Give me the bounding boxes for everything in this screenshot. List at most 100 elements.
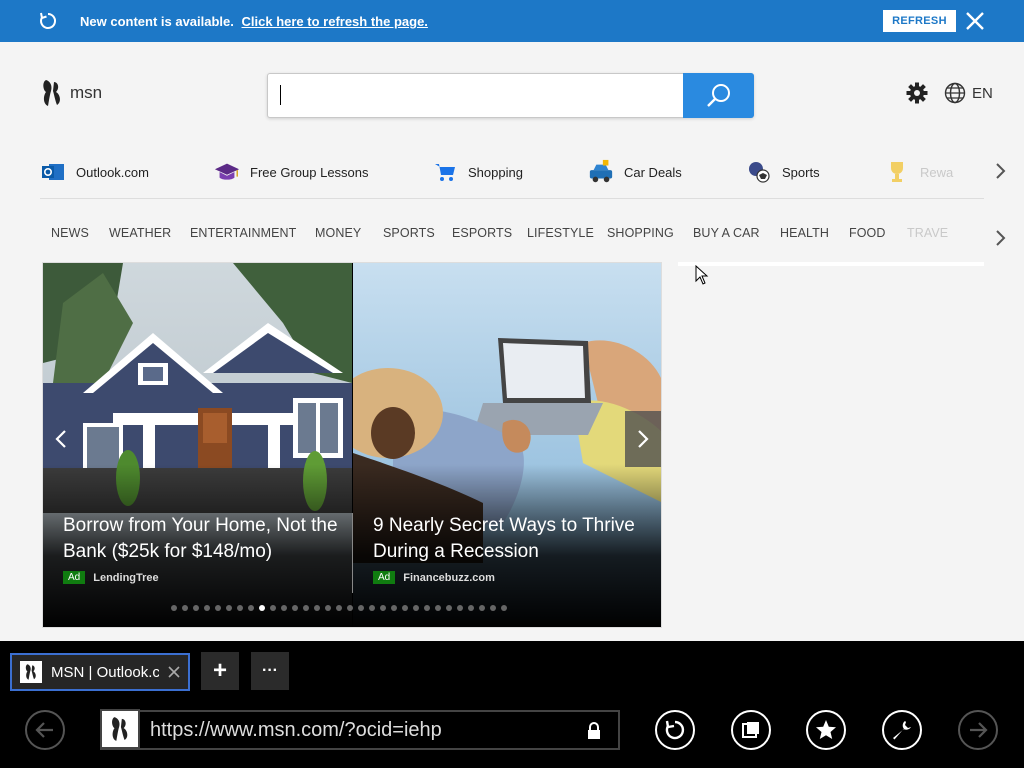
quick-link-car-deals[interactable]: Car Deals [588, 152, 682, 192]
refresh-button[interactable]: REFRESH [883, 10, 956, 32]
ad-badge: Ad [63, 571, 86, 584]
browser-tab[interactable]: MSN | Outlook.com [10, 653, 190, 691]
close-icon[interactable] [964, 10, 986, 32]
search-box[interactable] [267, 73, 754, 118]
refresh-button[interactable] [655, 710, 695, 750]
category-health[interactable]: HEALTH [780, 226, 829, 240]
carousel-dot[interactable] [215, 605, 221, 611]
tools-button[interactable] [882, 710, 922, 750]
carousel-dot[interactable] [193, 605, 199, 611]
refresh-icon [665, 720, 685, 740]
carousel-dot[interactable] [369, 605, 375, 611]
chevron-right-icon[interactable] [994, 229, 1008, 247]
tabs-icon [742, 722, 759, 738]
refresh-link[interactable]: Click here to refresh the page. [242, 14, 428, 29]
carousel-dot[interactable] [281, 605, 287, 611]
category-news[interactable]: NEWS [51, 226, 89, 240]
language-selector[interactable]: EN [944, 82, 993, 104]
carousel-slide[interactable]: Borrow from Your Home, Not the Bank ($25… [43, 263, 352, 627]
carousel-dot[interactable] [204, 605, 210, 611]
carousel-dot[interactable] [358, 605, 364, 611]
mouse-cursor-icon [695, 265, 709, 285]
quick-link-rewards[interactable]: Rewa [884, 152, 953, 192]
gear-icon[interactable] [906, 82, 928, 104]
new-tab-button[interactable]: + [201, 652, 239, 690]
carousel-slide[interactable]: 9 Nearly Secret Ways to Thrive During a … [353, 263, 661, 627]
category-food[interactable]: FOOD [849, 226, 886, 240]
forward-button[interactable] [958, 710, 998, 750]
ad-source: Financebuzz.com [403, 571, 495, 584]
category-sports[interactable]: SPORTS [383, 226, 435, 240]
back-button[interactable] [25, 710, 65, 750]
carousel-dot[interactable] [413, 605, 419, 611]
address-bar[interactable]: https://www.msn.com/?ocid=iehp [100, 709, 620, 750]
carousel-dot[interactable] [435, 605, 441, 611]
category-weather[interactable]: WEATHER [109, 226, 171, 240]
carousel-dot[interactable] [270, 605, 276, 611]
carousel-dot[interactable] [325, 605, 331, 611]
category-lifestyle[interactable]: LIFESTYLE [527, 226, 594, 240]
carousel-dot[interactable] [446, 605, 452, 611]
close-tab-icon[interactable] [167, 665, 181, 679]
carousel-dot[interactable] [490, 605, 496, 611]
quick-link-outlook[interactable]: Outlook.com [40, 152, 149, 192]
carousel-dot[interactable] [248, 605, 254, 611]
search-button[interactable] [683, 73, 754, 118]
carousel-dot[interactable] [314, 605, 320, 611]
chevron-left-icon [55, 430, 66, 448]
carousel-dot[interactable] [259, 605, 265, 611]
quick-link-sports[interactable]: Sports [746, 152, 820, 192]
category-buy-a-car[interactable]: BUY A CAR [693, 226, 760, 240]
carousel-dot[interactable] [182, 605, 188, 611]
quick-link-label: Shopping [468, 164, 523, 180]
tab-options-button[interactable]: ··· [251, 652, 289, 690]
carousel-dot[interactable] [424, 605, 430, 611]
carousel-dot[interactable] [237, 605, 243, 611]
reload-icon [40, 12, 57, 29]
category-nav: NEWS WEATHER ENTERTAINMENT MONEY SPORTS … [40, 226, 984, 246]
msn-logo[interactable]: msn [40, 78, 102, 108]
carousel-dot[interactable] [303, 605, 309, 611]
category-entertainment[interactable]: ENTERTAINMENT [190, 226, 296, 240]
carousel-dot[interactable] [226, 605, 232, 611]
lock-icon[interactable] [586, 722, 602, 740]
tabs-button[interactable] [731, 710, 771, 750]
quick-link-shopping[interactable]: Shopping [432, 152, 523, 192]
slide-caption[interactable]: 9 Nearly Secret Ways to Thrive During a … [373, 513, 653, 565]
ad-badge: Ad [373, 571, 396, 584]
outlook-icon [40, 159, 66, 185]
wrench-icon [893, 721, 911, 740]
carousel-dot[interactable] [391, 605, 397, 611]
category-travel[interactable]: TRAVE [907, 226, 948, 240]
slide-caption[interactable]: Borrow from Your Home, Not the Bank ($25… [63, 513, 343, 565]
carousel-dot[interactable] [292, 605, 298, 611]
carousel-dot[interactable] [347, 605, 353, 611]
quick-links-bar: Outlook.com Free Group Lessons Shopping … [40, 152, 984, 192]
favorites-button[interactable] [806, 710, 846, 750]
globe-icon [944, 82, 966, 104]
carousel-next-button[interactable] [625, 411, 661, 467]
slide-meta: Ad LendingTree [63, 571, 159, 584]
quick-link-label: Outlook.com [76, 164, 149, 180]
carousel-dot[interactable] [380, 605, 386, 611]
arrow-left-icon [35, 722, 53, 738]
category-money[interactable]: MONEY [315, 226, 361, 240]
notification-message: New content is available. Click here to … [80, 14, 428, 29]
carousel-dot[interactable] [479, 605, 485, 611]
carousel-dot[interactable] [336, 605, 342, 611]
quick-link-free-group-lessons[interactable]: Free Group Lessons [214, 152, 369, 192]
url-text[interactable]: https://www.msn.com/?ocid=iehp [150, 719, 442, 742]
carousel-dot[interactable] [501, 605, 507, 611]
chevron-right-icon[interactable] [994, 162, 1008, 180]
category-shopping[interactable]: SHOPPING [607, 226, 674, 240]
ad-source: LendingTree [93, 571, 159, 584]
carousel-prev-button[interactable] [43, 411, 79, 467]
carousel-dot[interactable] [171, 605, 177, 611]
carousel-pager [171, 605, 507, 611]
category-esports[interactable]: ESPORTS [452, 226, 512, 240]
hero-carousel: Borrow from Your Home, Not the Bank ($25… [42, 262, 662, 628]
carousel-dot[interactable] [468, 605, 474, 611]
carousel-dot[interactable] [457, 605, 463, 611]
text-cursor [280, 85, 281, 105]
carousel-dot[interactable] [402, 605, 408, 611]
